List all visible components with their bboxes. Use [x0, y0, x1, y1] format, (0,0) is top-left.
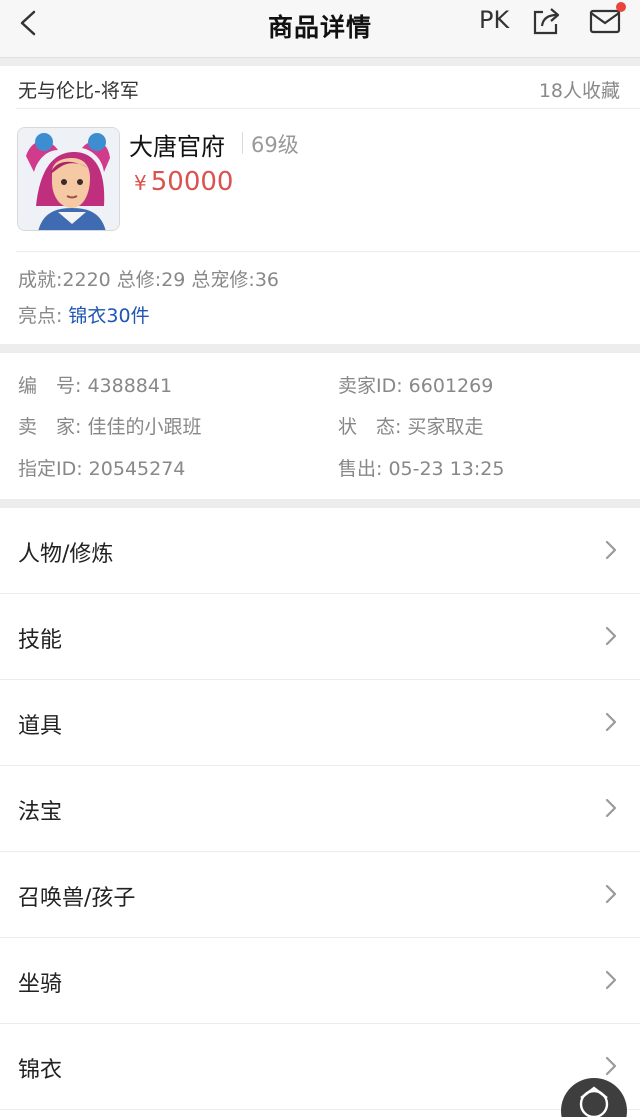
designated-id: 指定ID: 20545274 [18, 458, 186, 480]
chevron-right-icon [605, 540, 617, 560]
customer-service-button[interactable] [561, 1078, 627, 1117]
chevron-right-icon [605, 626, 617, 646]
highlight-value[interactable]: 锦衣30件 [68, 305, 149, 327]
item-id: 编 号: 4388841 [18, 375, 173, 397]
character-level: 69级 [251, 133, 299, 157]
divider [16, 108, 640, 109]
menu-item-label: 道具 [18, 714, 63, 739]
menu-item-label: 法宝 [18, 800, 63, 825]
trade-status: 状 态: 买家取走 [338, 416, 484, 438]
trade-info-panel: 编 号: 4388841 卖家ID: 6601269 卖 家: 佳佳的小跟班 状… [0, 353, 640, 499]
menu-item-label: 召唤兽/孩子 [18, 886, 136, 911]
seller-name: 卖 家: 佳佳的小跟班 [18, 416, 202, 438]
menu-item-treasures[interactable]: 法宝 [0, 766, 640, 852]
menu-item-items[interactable]: 道具 [0, 680, 640, 766]
menu-item-outfits[interactable]: 锦衣 [0, 1024, 640, 1110]
highlight-label: 亮点: [18, 305, 63, 327]
price-value: 50000 [150, 167, 234, 197]
menu-item-pets[interactable]: 召唤兽/孩子 [0, 852, 640, 938]
price: ¥50000 [134, 167, 233, 197]
chevron-right-icon [605, 712, 617, 732]
item-summary-card: 无与伦比-将军 18人收藏 大唐官府 69级 ¥50000 成就:2220 总修… [0, 66, 640, 344]
menu-item-mounts[interactable]: 坐骑 [0, 938, 640, 1024]
menu-item-skills[interactable]: 技能 [0, 594, 640, 680]
top-bar: 商品详情 PK [0, 0, 640, 58]
seller-id: 卖家ID: 6601269 [338, 375, 494, 397]
divider [242, 132, 243, 154]
pk-button[interactable]: PK [479, 6, 509, 34]
menu-item-label: 人物/修炼 [18, 542, 114, 567]
menu-item-label: 技能 [18, 628, 63, 653]
character-avatar[interactable] [17, 127, 120, 231]
highlight-line: 亮点: 锦衣30件 [18, 301, 150, 328]
notification-dot [616, 2, 626, 12]
character-portrait-icon [18, 128, 119, 230]
divider [16, 251, 640, 252]
menu-item-label: 锦衣 [18, 1058, 63, 1083]
chevron-right-icon [605, 884, 617, 904]
share-icon[interactable] [531, 6, 561, 36]
detail-menu: 人物/修炼 技能 道具 法宝 召唤兽/孩子 坐骑 锦衣 [0, 508, 640, 1117]
currency-symbol: ¥ [134, 171, 147, 195]
stats-line: 成就:2220 总修:29 总宠修:36 [18, 269, 279, 291]
menu-item-character[interactable]: 人物/修炼 [0, 508, 640, 594]
customer-service-icon [579, 1086, 609, 1117]
chevron-right-icon [605, 1056, 617, 1076]
server-name: 无与伦比-将军 [18, 80, 139, 102]
favorite-count[interactable]: 18人收藏 [539, 76, 620, 103]
character-school: 大唐官府 [129, 133, 225, 161]
sold-time: 售出: 05-23 13:25 [338, 458, 505, 480]
chevron-right-icon [605, 798, 617, 818]
chevron-right-icon [605, 970, 617, 990]
menu-item-label: 坐骑 [18, 972, 63, 997]
